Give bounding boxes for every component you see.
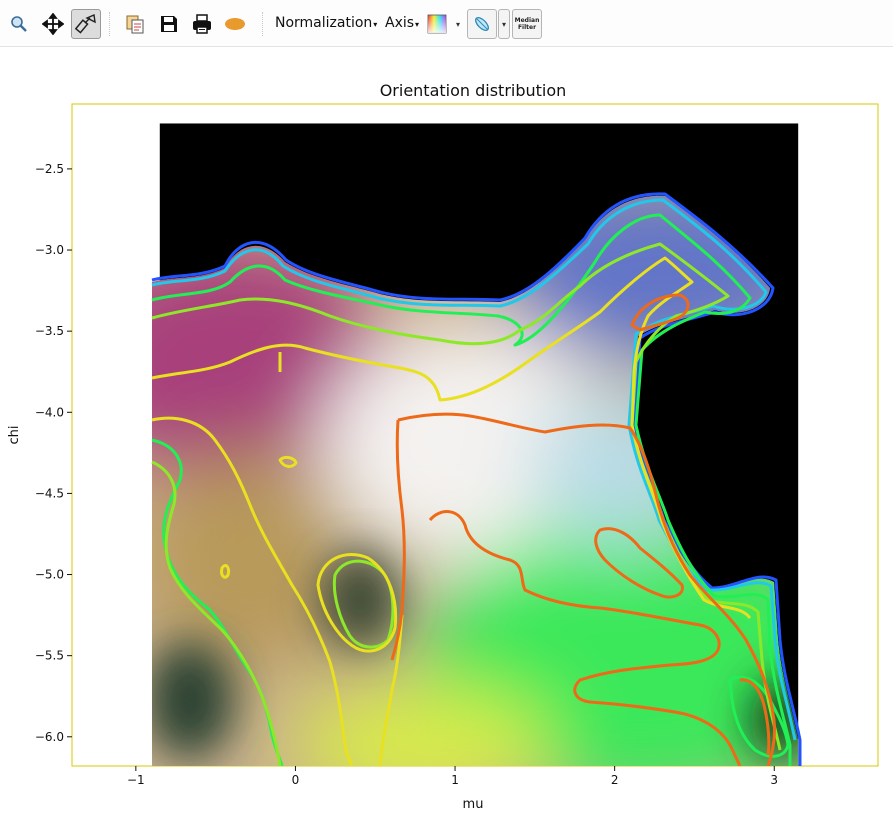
chevron-down-icon: ▾ (373, 20, 378, 29)
y-tick-label: −3.0 (35, 243, 64, 257)
zoom-button[interactable] (4, 9, 34, 39)
x-tick-label: −1 (127, 773, 145, 787)
y-tick-label: −4.0 (35, 405, 64, 419)
median-filter-label: Filter (517, 24, 537, 31)
zoom-icon (11, 16, 27, 32)
colormap-button[interactable] (423, 9, 451, 39)
roi-icon (475, 17, 489, 31)
x-tick-label: 0 (292, 773, 300, 787)
orientation-plot[interactable]: −1 0 1 2 3 −2.5−3.0−3.5−4.0−4.5−5.0−5.5−6.0 … (0, 46, 893, 815)
roi-dropdown[interactable]: ▾ (498, 9, 510, 39)
median-filter-label: Median (514, 17, 540, 24)
print-button[interactable] (187, 9, 217, 39)
x-axis: −1 0 1 2 3 (127, 766, 778, 787)
print-icon (193, 14, 211, 34)
y-tick-label: −3.5 (35, 324, 64, 338)
x-tick-label: 1 (451, 773, 459, 787)
axis-label: Axis (385, 15, 415, 31)
pan-button[interactable] (38, 9, 68, 39)
normalization-menu[interactable]: Normalization▾ (275, 15, 377, 31)
y-tick-label: −5.5 (35, 649, 64, 663)
mask-button[interactable] (220, 9, 250, 39)
x-tick-label: 2 (611, 773, 619, 787)
toolbar: Normalization▾ Axis▾ ▾ ▾ Median Filter (0, 0, 893, 47)
colormap-dropdown[interactable]: ▾ (452, 9, 464, 39)
save-icon (161, 16, 177, 32)
y-tick-label: −2.5 (35, 162, 64, 176)
median-filter-button[interactable]: Median Filter (512, 9, 542, 39)
crosshair-button[interactable] (71, 9, 101, 39)
roi-button[interactable] (467, 9, 497, 39)
crosshair-icon (75, 13, 96, 34)
x-axis-label: mu (463, 797, 484, 812)
y-tick-label: −5.0 (35, 568, 64, 582)
mask-icon (225, 18, 245, 30)
y-tick-label: −4.5 (35, 486, 64, 500)
normalization-label: Normalization (275, 15, 373, 31)
save-button[interactable] (154, 9, 184, 39)
chevron-down-icon: ▾ (455, 19, 460, 29)
y-tick-label: −6.0 (35, 730, 64, 744)
chart-title: Orientation distribution (380, 81, 567, 100)
pan-icon (42, 13, 64, 35)
y-axis: −2.5 −3.0 −3.5 −4.0 −4.5 −5.0 −5.5 −6.0 (35, 162, 72, 744)
colormap-icon (427, 14, 447, 34)
copy-button[interactable] (120, 9, 150, 39)
chevron-down-icon: ▾ (415, 20, 420, 29)
axis-menu[interactable]: Axis▾ (385, 15, 419, 31)
median-filter-icon: Median Filter (515, 17, 540, 31)
chevron-down-icon: ▾ (501, 19, 506, 29)
toolbar-separator (262, 12, 263, 36)
y-axis-label: chi (7, 426, 22, 445)
toolbar-separator (109, 12, 110, 36)
copy-icon (126, 15, 144, 34)
x-tick-label: 3 (770, 773, 778, 787)
